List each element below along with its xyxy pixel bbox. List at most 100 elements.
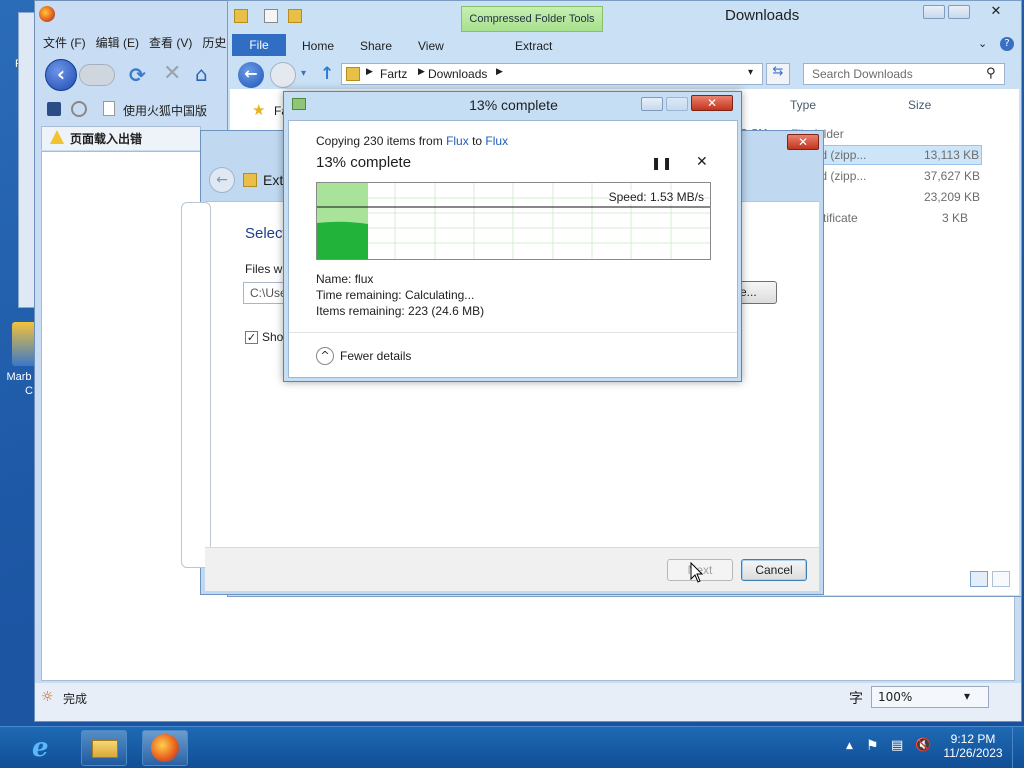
fewer-details-link[interactable]: Fewer details [340, 349, 411, 363]
desktop-icon-label: Marb [6, 371, 32, 383]
contextual-tab-group: Compressed Folder Tools [461, 6, 603, 32]
name-row: Name: flux [316, 272, 373, 286]
close-button[interactable]: ✕ [974, 4, 1018, 20]
breadcrumb-downloads[interactable]: Downloads [428, 67, 487, 81]
desktop-app-icon[interactable] [12, 322, 36, 366]
up-icon[interactable]: ↑ [320, 64, 334, 84]
refresh-icon[interactable]: ⟳ [129, 63, 146, 87]
warning-icon [50, 130, 64, 144]
time-value: Calculating... [404, 288, 475, 302]
copy-summary: Copying 230 items from Flux to Flux [316, 134, 508, 148]
breadcrumb-fartz[interactable]: Fartz [380, 67, 407, 81]
forward-button[interactable] [79, 64, 115, 86]
items-label: Items remaining: [316, 304, 405, 318]
cancel-button[interactable]: Cancel [741, 559, 807, 581]
firefox-icon [151, 734, 179, 762]
copying-prefix: Copying 230 items from [316, 134, 447, 148]
time-row: Time remaining: Calculating... [316, 288, 474, 302]
zoom-value: 100% [878, 690, 913, 704]
maximize-button[interactable] [666, 97, 688, 111]
menu-history[interactable]: 历史 [202, 34, 226, 51]
chevron-down-icon[interactable]: ▾ [301, 68, 306, 79]
folder-icon [346, 67, 360, 81]
chevron-down-icon[interactable]: ⌄ [978, 37, 987, 50]
ime-icon[interactable]: 字 [849, 688, 863, 708]
time-label: Time remaining: [316, 288, 402, 302]
tab-share[interactable]: Share [360, 39, 392, 53]
chevron-down-icon[interactable]: ▾ [748, 67, 753, 78]
copy-progress-dialog[interactable]: 13% complete ✕ Copying 230 items from Fl… [283, 91, 742, 382]
side-panel [181, 202, 211, 568]
tab-home[interactable]: Home [302, 39, 334, 53]
tab-file[interactable]: File [232, 34, 286, 56]
column-size[interactable]: Size [908, 98, 931, 112]
chevron-right-icon[interactable]: ▶ [418, 67, 425, 77]
bookmark-link[interactable]: 使用火狐中国版 [123, 102, 207, 119]
pause-icon[interactable]: ❚❚ [651, 156, 673, 170]
tiles-view-icon[interactable] [992, 571, 1010, 587]
star-icon: ★ [252, 101, 266, 119]
help-icon[interactable]: ? [1000, 37, 1014, 51]
chevron-right-icon[interactable]: ▶ [366, 67, 373, 77]
close-button[interactable]: ✕ [787, 134, 819, 150]
items-value: 223 (24.6 MB) [408, 304, 485, 318]
firefox-taskbar-button[interactable] [142, 730, 188, 766]
clock[interactable]: 9:12 PM 11/26/2023 [940, 732, 1006, 760]
bookmark-icon[interactable] [47, 102, 61, 116]
forward-button[interactable] [270, 62, 296, 88]
tab-error[interactable]: 页面载入出错 [41, 126, 201, 150]
back-icon[interactable]: ‹ [45, 59, 77, 91]
name-label: Name: [316, 272, 352, 286]
column-type[interactable]: Type [790, 98, 816, 112]
to-word: to [468, 134, 486, 148]
properties-icon[interactable] [264, 9, 278, 23]
address-bar[interactable]: ▶ Fartz ▶ Downloads ▶ ▾ [341, 63, 763, 85]
menu-file[interactable]: 文件 (F) [43, 34, 86, 51]
ie-icon[interactable]: e [32, 733, 49, 763]
flag-icon[interactable]: ⚑ [866, 738, 879, 754]
minimize-button[interactable] [923, 5, 945, 19]
close-icon[interactable]: ✕ [696, 154, 708, 170]
row-size: 13,113 KB [924, 148, 980, 162]
window-title: Downloads [725, 7, 800, 24]
destination-link[interactable]: Flux [485, 134, 508, 148]
details-view-icon[interactable] [970, 571, 988, 587]
search-box[interactable]: Search Downloads ⚲ [803, 63, 1005, 85]
close-button[interactable]: ✕ [691, 95, 733, 111]
network-icon[interactable]: ▤ [891, 738, 903, 753]
chevron-up-icon[interactable]: ^ [316, 347, 334, 365]
back-icon[interactable]: ← [238, 62, 264, 88]
source-link[interactable]: Flux [446, 134, 469, 148]
search-icon[interactable]: ⚲ [986, 66, 996, 81]
home-icon[interactable]: ⌂ [195, 62, 208, 86]
chevron-right-icon[interactable]: ▶ [496, 67, 503, 77]
explorer-icon [92, 740, 118, 758]
row-size: 3 KB [942, 211, 969, 225]
search-input[interactable]: Search Downloads [812, 67, 913, 81]
tab-extract[interactable]: Extract [515, 39, 552, 53]
back-icon[interactable]: ← [209, 167, 235, 193]
dialog-content: Copying 230 items from Flux to Flux 13% … [288, 120, 738, 378]
divider [289, 332, 737, 333]
chevron-up-icon[interactable]: ▲ [846, 741, 853, 751]
mouse-cursor [690, 562, 704, 583]
new-folder-icon[interactable] [288, 9, 302, 23]
tab-title: 页面载入出错 [70, 132, 143, 146]
stop-icon[interactable]: ✕ [163, 61, 181, 86]
menu-view[interactable]: 查看 (V) [149, 34, 192, 51]
wizard-title: Ext [263, 172, 284, 188]
folder-icon [234, 9, 248, 23]
minimize-button[interactable] [641, 97, 663, 111]
show-checkbox[interactable]: ✓ [245, 331, 258, 344]
explorer-taskbar-button[interactable] [81, 730, 127, 766]
row-size: 23,209 KB [924, 190, 981, 204]
refresh-icon[interactable]: ⇆ [766, 63, 790, 85]
tab-view[interactable]: View [418, 39, 444, 53]
menu-edit[interactable]: 编辑 (E) [96, 34, 139, 51]
maximize-button[interactable] [948, 5, 970, 19]
chevron-down-icon[interactable]: ▾ [964, 689, 970, 703]
history-icon[interactable] [71, 101, 87, 117]
zoom-control[interactable]: 100% ▾ [871, 686, 989, 708]
show-desktop-button[interactable] [1012, 727, 1024, 768]
speaker-muted-icon[interactable]: 🔇 [915, 738, 931, 753]
